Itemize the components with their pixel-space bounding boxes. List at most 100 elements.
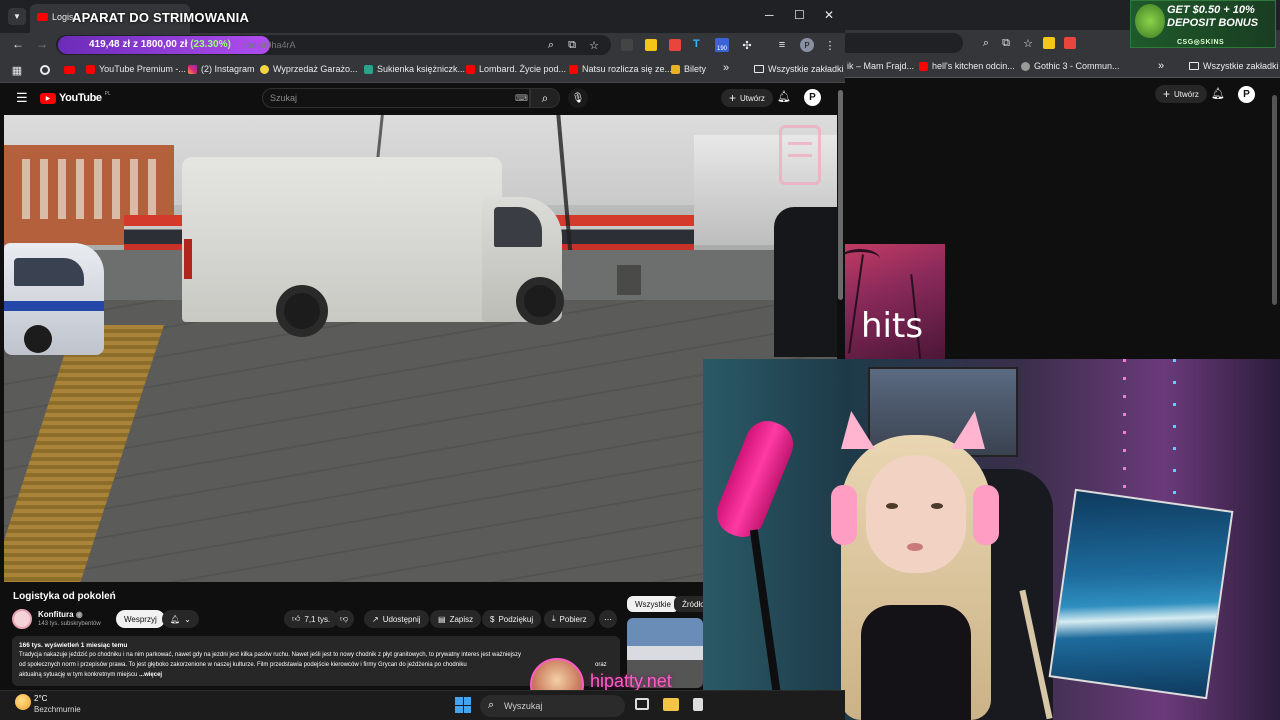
watermark-line — [788, 142, 812, 145]
maximize-icon[interactable]: ☐ — [794, 8, 805, 22]
like-button[interactable]: 👍︎ 7,1 tys. — [284, 610, 339, 628]
plus-icon: + — [1163, 87, 1171, 101]
thanks-button[interactable]: $ Podziękuj — [482, 610, 542, 628]
video-title: Logistyka od pokoleń — [13, 591, 116, 602]
microphone-icon[interactable]: 🎙︎ — [568, 88, 588, 108]
show-more-link[interactable]: ...więcej — [139, 672, 162, 678]
sponsor-ad-banner[interactable]: GET $0.50 + 10% DEPOSIT BONUS CSG◎SKINS — [1130, 0, 1276, 48]
keyboard-icon[interactable]: ⌨ — [515, 93, 528, 104]
bookmark-item[interactable]: Wyprzedaż Garażo... — [260, 64, 357, 74]
chip-all[interactable]: Wszystkie — [627, 596, 679, 612]
youtube-favicon-icon[interactable] — [64, 66, 75, 74]
search-icon: ⌕ — [488, 699, 495, 711]
windows-taskbar: 2°C Bezchmurnie ⌕ Wyszukaj — [0, 690, 845, 720]
save-button[interactable]: ▤ Zapisz — [430, 610, 482, 628]
mouth — [907, 543, 923, 551]
zoom-icon[interactable]: ⌕ — [544, 38, 558, 52]
taskbar-search[interactable]: ⌕ Wyszukaj — [480, 695, 625, 717]
search-icon[interactable]: ⌕ — [530, 88, 560, 108]
create-button[interactable]: + Utwórz — [1155, 85, 1207, 103]
avatar[interactable]: P — [804, 89, 821, 106]
all-bookmarks-folder[interactable]: Wszystkie zakładki — [1189, 61, 1279, 71]
bookmark-item[interactable]: YouTube Premium -... — [86, 64, 186, 74]
bookmark-item[interactable]: (2) Instagram — [188, 64, 255, 74]
headphone-cup — [831, 485, 857, 545]
bookmark-item[interactable]: hell's kitchen odcin... — [919, 61, 1015, 71]
bookmark-item[interactable]: Gothic 3 - Commun... — [1021, 61, 1120, 71]
scrollbar[interactable] — [1272, 95, 1277, 305]
install-icon[interactable]: ⧉ — [999, 36, 1013, 50]
scrollbar[interactable] — [838, 90, 843, 300]
description-box[interactable]: 166 tys. wyświetleń 1 miesiąc temu Trady… — [12, 636, 620, 686]
weather-temp: 2°C — [34, 694, 48, 703]
channel-avatar[interactable] — [12, 609, 32, 629]
share-button[interactable]: ↗ Udostępnij — [364, 610, 429, 628]
channel-watermark-icon[interactable] — [779, 125, 821, 185]
video-thumbnail[interactable]: hits — [845, 244, 945, 360]
thumbnail-text: hits — [861, 306, 924, 346]
face — [866, 455, 966, 573]
bookmark-item[interactable]: ik – Mam Frajd... — [847, 61, 914, 71]
extension-badge-icon[interactable]: 190 — [715, 38, 729, 52]
file-explorer-icon[interactable] — [663, 698, 679, 711]
notifications-bell-icon[interactable]: 🔔︎ — [777, 90, 791, 103]
video-van — [182, 157, 570, 337]
extension-icon[interactable] — [621, 39, 633, 51]
bookmark-item[interactable]: Bilety — [671, 64, 706, 74]
site-favicon-icon[interactable] — [40, 65, 50, 75]
video-windows — [12, 159, 162, 219]
van-wheel — [516, 277, 564, 325]
profile-avatar[interactable]: P — [800, 38, 814, 52]
apps-grid-icon[interactable]: ▦ — [10, 63, 24, 77]
create-button[interactable]: + Utwórz — [721, 89, 773, 107]
translate-extension-icon[interactable]: T — [693, 38, 700, 50]
site-favicon-icon — [260, 64, 269, 74]
tab-search-button[interactable]: ▼ — [8, 8, 26, 25]
video-bollard — [617, 265, 641, 295]
zoom-icon[interactable]: ⌕ — [979, 36, 993, 50]
more-actions-button[interactable]: ⋯ — [599, 610, 617, 628]
hamburger-menu-icon[interactable]: ☰ — [16, 90, 28, 106]
support-button[interactable]: Wesprzyj — [116, 610, 165, 628]
media-control-icon[interactable]: ≡ — [775, 38, 789, 52]
back-arrow-icon[interactable]: ← — [12, 37, 24, 51]
all-bookmarks-folder[interactable]: Wszystkie zakładki — [754, 64, 844, 74]
extensions-puzzle-icon[interactable]: ✣ — [740, 38, 754, 52]
bookmark-star-icon[interactable]: ☆ — [587, 38, 601, 52]
more-bookmarks-icon[interactable]: » — [723, 62, 729, 74]
extension-icon[interactable] — [669, 39, 681, 51]
notifications-bell-icon[interactable]: 🔔︎ — [1211, 87, 1225, 100]
folder-icon — [1189, 62, 1199, 70]
extension-icon[interactable] — [1043, 37, 1055, 49]
bookmark-star-icon[interactable]: ☆ — [1021, 36, 1035, 50]
store-icon[interactable] — [693, 698, 703, 711]
weather-sun-icon[interactable] — [15, 694, 31, 710]
search-input[interactable]: Szukaj ⌨ — [262, 88, 530, 108]
police-window — [14, 258, 84, 286]
close-icon[interactable]: ✕ — [824, 8, 834, 22]
channel-name[interactable]: Konfitura ◉ — [38, 610, 83, 619]
subscribed-bell-button[interactable]: 🔔︎ ⌄ — [162, 610, 199, 628]
install-icon[interactable]: ⧉ — [565, 38, 579, 52]
avatar[interactable]: P — [1238, 86, 1255, 103]
bg-omnibox[interactable] — [845, 33, 963, 53]
menu-icon[interactable]: ⋮ — [823, 38, 837, 52]
forward-arrow-icon[interactable]: → — [36, 37, 48, 51]
extension-icon[interactable] — [1064, 37, 1076, 49]
weather-status: Bezchmurnie — [34, 705, 81, 714]
minimize-icon[interactable]: ─ — [765, 8, 774, 22]
bookmark-item[interactable]: Sukienka księżniczk... — [364, 64, 465, 74]
windows-start-icon[interactable] — [455, 697, 471, 713]
bookmark-item[interactable]: Natsu rozlicza się ze... — [569, 64, 672, 74]
chevron-down-icon: ⌄ — [184, 614, 191, 624]
download-button[interactable]: ⤓ Pobierz — [544, 610, 595, 628]
more-bookmarks-icon[interactable]: » — [1158, 60, 1164, 72]
verified-icon: ◉ — [75, 610, 83, 619]
dislike-button[interactable]: 👎︎ — [334, 610, 355, 628]
task-view-icon[interactable] — [635, 698, 649, 710]
extension-icon[interactable] — [645, 39, 657, 51]
title-bar: ▼ Logis APARAT DO STRIMOWANIA ─ ☐ ✕ — [0, 0, 845, 33]
bookmark-item[interactable]: Lombard. Życie pod... — [466, 64, 566, 74]
youtube-favicon-icon — [919, 61, 928, 71]
youtube-logo[interactable]: ▶ YouTube PL — [40, 91, 111, 104]
